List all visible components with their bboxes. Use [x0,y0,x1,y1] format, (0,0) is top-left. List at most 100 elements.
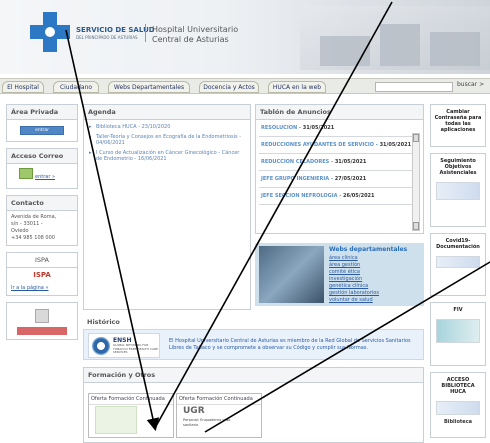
brand-subtitle: DEL PRINCIPADO DE ASTURIAS [76,35,138,40]
biblioteca-thumbnail [436,401,480,415]
tab-el-hospital[interactable]: El Hospital [2,81,44,93]
right-column: Cambiar Contraseña para todas las aplica… [430,104,486,443]
card-subtitle: Personal: Enquaderno y No sanitario [183,418,231,427]
historico-title: Histórico [87,318,120,326]
formacion-logo-icon [95,406,137,434]
historico-text: El Hospital Universitario Central de Ast… [169,338,411,351]
formacion-card[interactable]: Oferta Formación Continuada [88,393,174,438]
agenda-box: Agenda Biblioteca HUCA - 23/10/2020 Tall… [83,104,251,310]
consejeria-emblem-icon [35,309,49,323]
webs-link[interactable]: área gestión [329,262,360,268]
area-privada-title: Área Privada [7,105,77,120]
tab-docencia[interactable]: Docencia y Actos [199,81,259,93]
tablon-item[interactable]: JEFE SECCION NEFROLOGIA - 26/05/2021 [259,188,420,205]
surgery-photo [259,246,324,303]
biblioteca-link[interactable]: ACCESO BIBLIOTECA HUCA Biblioteca [430,372,486,438]
tablon-item[interactable]: JEFE GRUPO INGENIERIA - 27/05/2021 [259,171,420,188]
contact-line: s/n - 33011 - [11,221,43,227]
header: SERVICIO DE SALUD DEL PRINCIPADO DE ASTU… [0,0,490,74]
ugr-logo: UGR [183,406,205,416]
formacion-card[interactable]: Oferta Formación Continuada UGR Personal… [176,393,262,438]
objetivos-thumbnail [436,182,480,200]
seguimiento-objetivos-link[interactable]: Seguimiento Objetivos Asistenciales [430,153,486,227]
tablon-item-title: REDUCCION CELADORES [261,159,330,165]
webs-link[interactable]: voluntar de salud [329,297,373,303]
webs-title: Webs departamentales [329,246,408,253]
tablon-scrollbar[interactable] [412,133,420,231]
contact-address: Avenida de Roma, s/n - 33011 - Oviedo +3… [7,211,77,245]
contact-phone: +34 985 108 000 [11,235,55,241]
tab-webs-departamentales[interactable]: Webs Departamentales [108,81,190,93]
contacto-title: Contacto [7,196,77,211]
webs-link[interactable]: comité ética [329,269,360,275]
covid-documentacion-link[interactable]: Covid19-Documentación [430,233,486,296]
correo-enter-link[interactable]: entrar » [35,174,55,180]
contact-line: Oviedo [11,228,29,234]
tab-ciudadano[interactable]: Ciudadano [53,81,99,93]
fiv-thumbnail [436,319,480,343]
tablon-item-date: 31/05/2021 [334,159,367,165]
search-input[interactable] [375,82,453,92]
formacion-title: Formación y Otros [84,368,423,383]
hospital-name-line2: Central de Asturias [152,35,229,44]
left-column: Área Privada entrar Acceso Correo entrar… [6,104,78,346]
tablon-box: Tablón de Anuncios RESOLUCION - 31/05/20… [255,104,424,234]
right-item-label: ACCESO BIBLIOTECA HUCA [441,377,475,395]
agenda-title: Agenda [84,105,250,120]
webs-link[interactable]: área clínica [329,255,358,261]
formacion-box: Formación y Otros Oferta Formación Conti… [83,367,424,443]
tablon-title: Tablón de Anuncios [256,105,423,120]
hospital-building-image [300,6,490,70]
card-title: Oferta Formación Continuada [89,394,173,405]
agenda-item[interactable]: Biblioteca HUCA - 23/10/2020 [88,124,246,130]
ispa-link[interactable]: Ir a la página » [7,282,77,295]
hospital-name-line1: Hospital Universitario [152,25,239,34]
search-button[interactable]: buscar > [457,81,484,88]
tablon-item[interactable]: REDUCCIONES AYUDANTES DE SERVICIO - 31/0… [259,137,420,154]
webs-link[interactable]: gestión laboratorios [329,290,379,296]
tablon-item-title: RESOLUCION [261,125,298,131]
historico-section: Histórico ENSH GLOBAL NETWORK FOR TOBACC… [83,316,424,360]
ispa-title: ISPA [7,253,77,268]
historico-box: ENSH GLOBAL NETWORK FOR TOBACCO FREE HEA… [83,329,424,360]
ensh-circle-icon [92,337,110,355]
tablon-item-title: REDUCCIONES AYUDANTES DE SERVICIO [261,142,374,148]
tablon-item[interactable]: REDUCCION CELADORES - 31/05/2021 [259,154,420,171]
consejeria-logo[interactable] [6,302,78,340]
card-title: Oferta Formación Continuada [177,394,261,405]
consejeria-label-bar [17,327,67,335]
right-item-label: Cambiar Contraseña para todas las aplica… [434,109,482,133]
tablon-item-date: 31/05/2021 [302,125,335,131]
tablon-item-date: 27/05/2021 [334,176,367,182]
agenda-item[interactable]: I Curso de Actualización en Cáncer Ginec… [88,150,246,162]
correo-box: Acceso Correo entrar » [6,148,78,189]
fiv-link[interactable]: FIV [430,302,486,366]
agenda-item[interactable]: Taller-Teoría y Consejos en Ecografía de… [88,134,246,146]
brand-title: SERVICIO DE SALUD [76,26,155,34]
webs-departamentales-box: Webs departamentales área clínica área g… [255,243,424,306]
tablon-item-date: 26/05/2021 [343,193,375,199]
right-item-label: Seguimiento Objetivos Asistenciales [439,158,477,176]
cambiar-contrasena-link[interactable]: Cambiar Contraseña para todas las aplica… [430,104,486,147]
contact-line: Avenida de Roma, [11,214,57,220]
sespa-logo-icon[interactable] [30,12,70,52]
ensh-subtitle: GLOBAL NETWORK FOR TOBACCO FREE HEALTH C… [113,343,158,354]
biblioteca-label: Biblioteca [443,419,473,425]
tab-huca-web[interactable]: HUCA en la web [268,81,326,93]
right-item-label: Covid19-Documentación [436,238,480,250]
covid-thumbnail [436,256,480,268]
scroll-up-icon[interactable] [413,134,419,142]
webs-link[interactable]: investigación [329,276,362,282]
ensh-logo[interactable]: ENSH GLOBAL NETWORK FOR TOBACCO FREE HEA… [88,333,160,358]
header-divider [145,24,146,42]
tablon-item[interactable]: RESOLUCION - 31/05/2021 [259,120,420,137]
tablon-item-title: JEFE SECCION NEFROLOGIA [261,193,338,199]
ispa-logo[interactable]: ISPA [7,268,77,282]
right-item-label: FIV [453,307,463,313]
tablon-item-date: 31/05/2021 [379,142,412,148]
scroll-down-icon[interactable] [413,222,419,230]
mail-icon[interactable] [19,168,33,179]
webs-link[interactable]: genética clínica [329,283,368,289]
page: SERVICIO DE SALUD DEL PRINCIPADO DE ASTU… [0,0,490,443]
enter-button[interactable]: entrar [20,126,64,135]
